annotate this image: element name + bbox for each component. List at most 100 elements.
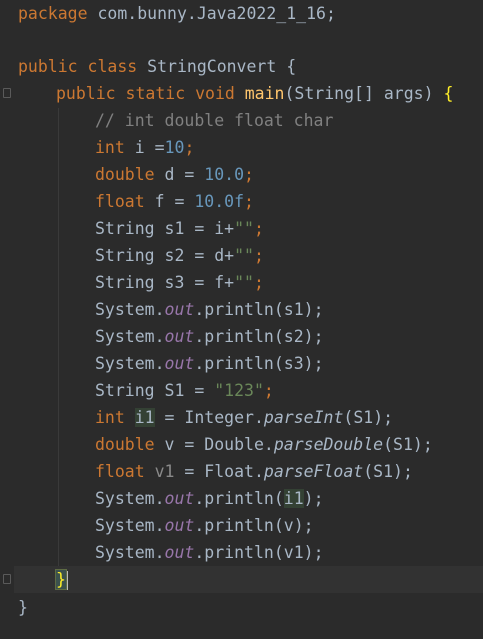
comment-text: // int double float char: [95, 111, 334, 130]
string-literal: "": [234, 273, 254, 292]
method-name: main: [244, 84, 285, 103]
method-call: .println(: [194, 327, 284, 346]
code-line-println-v1[interactable]: System.out.println(v1);: [95, 539, 324, 566]
code-line-class-close[interactable]: }: [18, 594, 28, 621]
static-field: out: [164, 489, 195, 508]
semicolon: ;: [263, 381, 274, 400]
method-call: .println(: [194, 516, 284, 535]
argument-highlighted: i1: [283, 489, 304, 508]
editor-gutter: [0, 0, 14, 639]
code-line-class[interactable]: public class StringConvert {: [18, 53, 296, 80]
var-decl: String s3 = f+: [95, 273, 235, 292]
indent-guide: [58, 108, 59, 566]
code-line-double-d[interactable]: double d = 10.0;: [95, 161, 254, 188]
code-line-println-v[interactable]: System.out.println(v);: [95, 512, 314, 539]
var-name-highlighted: i1: [134, 408, 155, 427]
text-caret: [65, 571, 68, 590]
argument: s3: [283, 354, 304, 373]
code-line-println-s1[interactable]: System.out.println(s1);: [95, 296, 324, 323]
code-line-parse-float[interactable]: float v1 = Float.parseFloat(S1);: [95, 458, 413, 485]
var-name: v1: [154, 462, 175, 481]
argument: (S1);: [343, 408, 394, 427]
call-close: );: [303, 489, 324, 508]
string-literal: "": [234, 219, 254, 238]
method-open-brace: {: [443, 84, 454, 103]
argument: s2: [283, 327, 304, 346]
keyword: double: [95, 165, 155, 184]
code-line-float-f[interactable]: float f = 10.0f;: [95, 188, 254, 215]
code-line-method-close[interactable]: }: [14, 566, 483, 593]
semicolon: ;: [253, 219, 264, 238]
argument: (S1);: [383, 435, 433, 454]
static-field: out: [164, 327, 195, 346]
static-field: out: [164, 354, 195, 373]
code-line-println-s2[interactable]: System.out.println(s2);: [95, 323, 324, 350]
code-line-comment[interactable]: // int double float char: [95, 107, 333, 134]
semicolon: ;: [253, 273, 264, 292]
static-method: parseDouble: [273, 435, 384, 454]
semicolon: ;: [253, 246, 264, 265]
static-field: out: [164, 300, 195, 319]
call-close: );: [303, 543, 324, 562]
code-line-println-s3[interactable]: System.out.println(s3);: [95, 350, 324, 377]
string-literal: "123": [214, 381, 264, 400]
argument: s1: [283, 300, 304, 319]
static-field: out: [164, 516, 195, 535]
code-line-main[interactable]: public static void main(String[] args) {: [56, 80, 453, 107]
semicolon: ;: [244, 192, 254, 211]
method-close-brace: }: [55, 569, 67, 590]
method-call: .println(: [194, 489, 284, 508]
fold-marker-icon[interactable]: [3, 88, 11, 98]
code-line-package[interactable]: package com.bunny.Java2022_1_16;: [18, 0, 336, 27]
method-call: .println(: [194, 354, 284, 373]
code-line-parse-double[interactable]: double v = Double.parseDouble(S1);: [95, 431, 433, 458]
class-ref: System.: [95, 300, 165, 319]
call-close: );: [303, 327, 324, 346]
static-field: out: [164, 543, 195, 562]
semicolon: ;: [244, 165, 254, 184]
var-decl: String s1 = i+: [95, 219, 235, 238]
keyword: public class: [18, 57, 138, 76]
keyword: int: [95, 138, 125, 157]
code-line-S1[interactable]: String S1 = "123";: [95, 377, 274, 404]
code-line-parse-int[interactable]: int i1 = Integer.parseInt(S1);: [95, 404, 393, 431]
method-params: (String[] args): [284, 84, 444, 103]
class-ref: System.: [95, 327, 165, 346]
var-decl: d =: [154, 165, 205, 184]
static-method: parseFloat: [263, 462, 364, 481]
argument: v: [283, 516, 294, 535]
number-literal: 10.0f: [194, 192, 245, 211]
argument: (S1);: [363, 462, 413, 481]
string-literal: "": [234, 246, 254, 265]
class-close-brace: }: [18, 598, 28, 617]
assign-class: = Float.: [174, 462, 264, 481]
call-close: );: [303, 354, 324, 373]
call-close: );: [303, 300, 324, 319]
var-decl: String S1 =: [95, 381, 215, 400]
code-line-s2[interactable]: String s2 = d+"";: [95, 242, 264, 269]
method-call: .println(: [194, 543, 284, 562]
keyword: double: [95, 435, 155, 454]
class-ref: System.: [95, 543, 165, 562]
code-line-s1[interactable]: String s1 = i+"";: [95, 215, 264, 242]
keyword: package: [18, 4, 88, 23]
class-ref: System.: [95, 354, 165, 373]
package-name: com.bunny.Java2022_1_16;: [87, 4, 336, 23]
static-method: parseInt: [263, 408, 344, 427]
code-line-int-i[interactable]: int i =10;: [95, 134, 194, 161]
fold-marker-icon[interactable]: [3, 574, 11, 584]
code-line-s3[interactable]: String s3 = f+"";: [95, 269, 264, 296]
method-call: .println(: [194, 300, 284, 319]
code-editor[interactable]: package com.bunny.Java2022_1_16; public …: [0, 0, 483, 639]
number-literal: 10: [164, 138, 185, 157]
var-decl: i =: [124, 138, 165, 157]
semicolon: ;: [184, 138, 195, 157]
keyword: float: [95, 462, 145, 481]
class-name: StringConvert {: [137, 57, 297, 76]
class-ref: System.: [95, 516, 165, 535]
class-ref: System.: [95, 489, 165, 508]
code-line-println-i1[interactable]: System.out.println(i1);: [95, 485, 324, 512]
argument: v1: [283, 543, 304, 562]
keyword: int: [95, 408, 125, 427]
var-decl: String s2 = d+: [95, 246, 235, 265]
